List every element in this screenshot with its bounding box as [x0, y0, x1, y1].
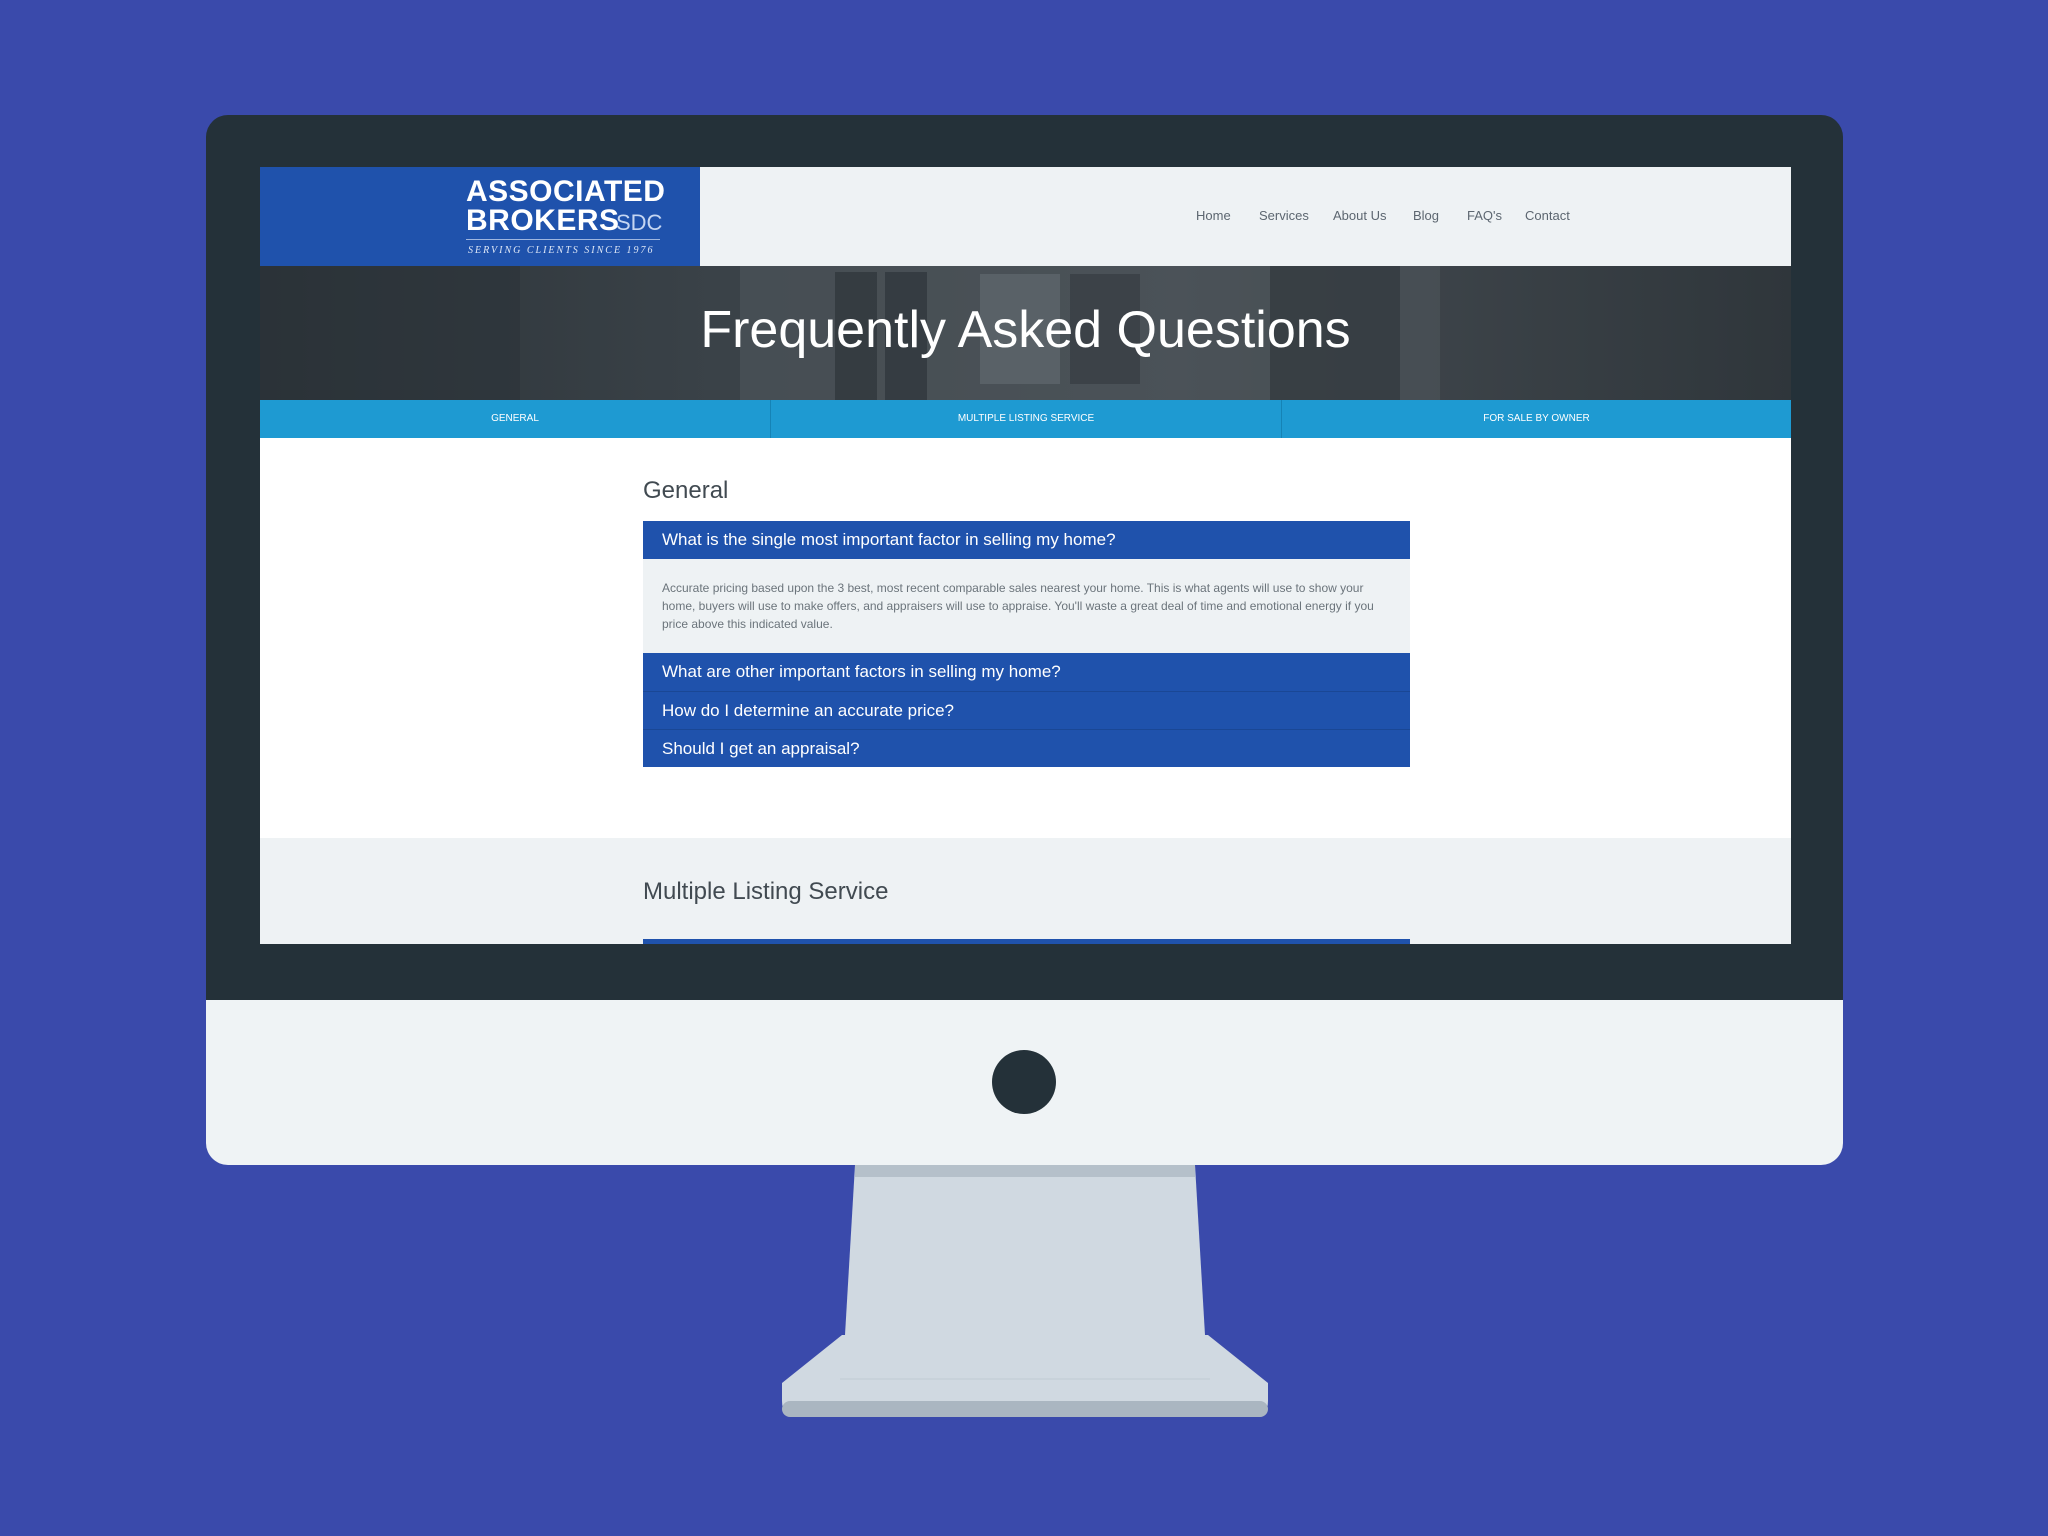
- page-title: Frequently Asked Questions: [700, 301, 1351, 359]
- logo[interactable]: ASSOCIATED BROKERS SDC SERVING CLIENTS S…: [260, 167, 700, 266]
- logo-name-line1: ASSOCIATED: [466, 175, 666, 208]
- logo-suffix: SDC: [616, 210, 663, 235]
- monitor-stand: [782, 1165, 1268, 1417]
- tab-general[interactable]: GENERAL: [260, 400, 770, 438]
- section-title-general: General: [643, 477, 729, 504]
- logo-divider: [466, 239, 660, 240]
- faq-tab-bar: GENERAL MULTIPLE LISTING SERVICE FOR SAL…: [260, 400, 1791, 438]
- nav-home[interactable]: Home: [1196, 208, 1231, 223]
- nav-faqs[interactable]: FAQ's: [1467, 208, 1502, 223]
- faq-question[interactable]: What are other important factors in sell…: [643, 653, 1410, 691]
- hero-banner: Frequently Asked Questions: [260, 266, 1791, 400]
- section-title-mls: Multiple Listing Service: [643, 878, 889, 905]
- faq-question[interactable]: What is the single most important factor…: [643, 521, 1410, 559]
- logo-tagline: SERVING CLIENTS SINCE 1976: [468, 245, 655, 256]
- faq-section-general: General What is the single most importan…: [260, 438, 1791, 838]
- nav-about-us[interactable]: About Us: [1333, 208, 1386, 223]
- faq-question[interactable]: Should I get an appraisal?: [643, 729, 1410, 767]
- site-header: ASSOCIATED BROKERS SDC SERVING CLIENTS S…: [260, 167, 1791, 266]
- faq-question-partial[interactable]: [643, 939, 1410, 944]
- faq-answer: Accurate pricing based upon the 3 best, …: [643, 559, 1410, 653]
- tab-for-sale-by-owner[interactable]: FOR SALE BY OWNER: [1282, 400, 1791, 438]
- monitor-logo-dot: [992, 1050, 1056, 1114]
- nav-services[interactable]: Services: [1259, 208, 1309, 223]
- nav-blog[interactable]: Blog: [1413, 208, 1439, 223]
- logo-name-line2: BROKERS: [466, 204, 620, 237]
- faq-list-general: What is the single most important factor…: [643, 521, 1410, 767]
- faq-section-mls: Multiple Listing Service: [260, 838, 1791, 944]
- tab-multiple-listing-service[interactable]: MULTIPLE LISTING SERVICE: [771, 400, 1281, 438]
- faq-question[interactable]: How do I determine an accurate price?: [643, 691, 1410, 729]
- browser-screen: ASSOCIATED BROKERS SDC SERVING CLIENTS S…: [260, 167, 1791, 944]
- nav-contact[interactable]: Contact: [1525, 208, 1570, 223]
